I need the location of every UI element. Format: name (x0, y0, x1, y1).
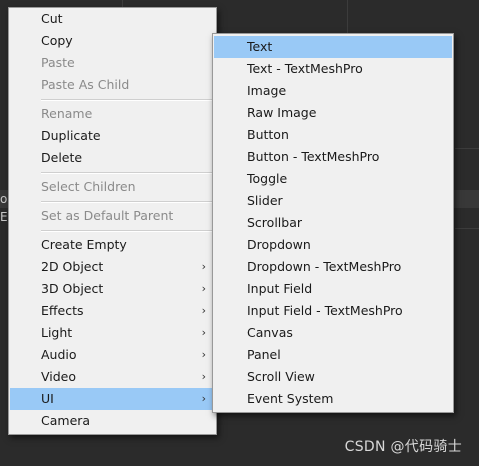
submenu-item-input-field-textmeshpro[interactable]: Input Field - TextMeshPro (214, 300, 452, 322)
menu-item-label: Button - TextMeshPro (247, 149, 380, 164)
menu-item-label: Raw Image (247, 105, 317, 120)
submenu-item-button-textmeshpro[interactable]: Button - TextMeshPro (214, 146, 452, 168)
chevron-right-icon: › (201, 282, 206, 295)
menu-item-effects[interactable]: Effects › (10, 300, 215, 322)
menu-item-2d-object[interactable]: 2D Object › (10, 256, 215, 278)
menu-item-label: Paste (41, 55, 75, 70)
menu-item-ui[interactable]: UI › (10, 388, 215, 410)
menu-item-label: Set as Default Parent (41, 208, 174, 223)
menu-item-label: 2D Object (41, 259, 104, 274)
ui-submenu: Text Text - TextMeshPro Image Raw Image … (212, 33, 454, 413)
chevron-right-icon: › (201, 348, 206, 361)
chevron-right-icon: › (201, 392, 206, 405)
menu-separator (41, 201, 214, 203)
menu-item-label: 3D Object (41, 281, 104, 296)
menu-item-camera[interactable]: Camera (10, 410, 215, 432)
menu-item-cut[interactable]: Cut (10, 8, 215, 30)
submenu-item-input-field[interactable]: Input Field (214, 278, 452, 300)
menu-item-label: Effects (41, 303, 84, 318)
menu-item-label: Dropdown - TextMeshPro (247, 259, 402, 274)
submenu-item-toggle[interactable]: Toggle (214, 168, 452, 190)
menu-separator (41, 99, 214, 101)
menu-separator (41, 230, 214, 232)
menu-item-rename: Rename (10, 103, 215, 125)
watermark: CSDN @代码骑士 (344, 439, 462, 455)
menu-item-label: Video (41, 369, 77, 384)
menu-item-paste-as-child: Paste As Child (10, 74, 215, 96)
chevron-right-icon: › (201, 326, 206, 339)
menu-item-3d-object[interactable]: 3D Object › (10, 278, 215, 300)
chevron-right-icon: › (201, 370, 206, 383)
submenu-item-scrollbar[interactable]: Scrollbar (214, 212, 452, 234)
menu-item-label: Dropdown (247, 237, 311, 252)
menu-item-label: Copy (41, 33, 73, 48)
submenu-item-event-system[interactable]: Event System (214, 388, 452, 410)
submenu-item-text[interactable]: Text (214, 36, 452, 58)
grid-line (455, 228, 479, 229)
menu-item-label: Cut (41, 11, 63, 26)
menu-item-label: UI (41, 391, 54, 406)
menu-item-label: Canvas (247, 325, 293, 340)
menu-item-duplicate[interactable]: Duplicate (10, 125, 215, 147)
submenu-item-image[interactable]: Image (214, 80, 452, 102)
menu-item-label: Input Field - TextMeshPro (247, 303, 403, 318)
menu-item-label: Toggle (247, 171, 288, 186)
chevron-right-icon: › (201, 260, 206, 273)
menu-item-label: Event System (247, 391, 334, 406)
hierarchy-context-menu: Cut Copy Paste Paste As Child Rename Dup… (8, 7, 217, 435)
grid-line (455, 148, 479, 149)
submenu-item-scroll-view[interactable]: Scroll View (214, 366, 452, 388)
submenu-item-slider[interactable]: Slider (214, 190, 452, 212)
menu-item-delete[interactable]: Delete (10, 147, 215, 169)
menu-item-label: Image (247, 83, 287, 98)
menu-item-paste: Paste (10, 52, 215, 74)
menu-item-label: Slider (247, 193, 283, 208)
menu-item-label: Delete (41, 150, 83, 165)
menu-item-label: Paste As Child (41, 77, 130, 92)
menu-separator (41, 172, 214, 174)
menu-item-set-default-parent: Set as Default Parent (10, 205, 215, 227)
menu-item-video[interactable]: Video › (10, 366, 215, 388)
menu-item-select-children: Select Children (10, 176, 215, 198)
menu-item-light[interactable]: Light › (10, 322, 215, 344)
panel-edge-label: E (0, 210, 8, 224)
menu-item-label: Input Field (247, 281, 313, 296)
menu-item-audio[interactable]: Audio › (10, 344, 215, 366)
menu-item-label: Create Empty (41, 237, 127, 252)
menu-item-label: Button (247, 127, 289, 142)
grid-line (122, 0, 123, 7)
menu-item-label: Text (247, 39, 273, 54)
submenu-item-button[interactable]: Button (214, 124, 452, 146)
grid-line (347, 0, 348, 34)
menu-item-label: Panel (247, 347, 281, 362)
submenu-item-raw-image[interactable]: Raw Image (214, 102, 452, 124)
menu-item-label: Audio (41, 347, 77, 362)
menu-item-label: Camera (41, 413, 91, 428)
submenu-item-text-textmeshpro[interactable]: Text - TextMeshPro (214, 58, 452, 80)
menu-item-label: Text - TextMeshPro (247, 61, 363, 76)
chevron-right-icon: › (201, 304, 206, 317)
submenu-item-canvas[interactable]: Canvas (214, 322, 452, 344)
submenu-item-dropdown-textmeshpro[interactable]: Dropdown - TextMeshPro (214, 256, 452, 278)
menu-item-label: Select Children (41, 179, 136, 194)
menu-item-label: Scroll View (247, 369, 315, 384)
submenu-item-panel[interactable]: Panel (214, 344, 452, 366)
menu-item-label: Rename (41, 106, 93, 121)
submenu-item-dropdown[interactable]: Dropdown (214, 234, 452, 256)
menu-item-create-empty[interactable]: Create Empty (10, 234, 215, 256)
menu-item-copy[interactable]: Copy (10, 30, 215, 52)
menu-item-label: Light (41, 325, 73, 340)
menu-item-label: Scrollbar (247, 215, 302, 230)
menu-item-label: Duplicate (41, 128, 101, 143)
